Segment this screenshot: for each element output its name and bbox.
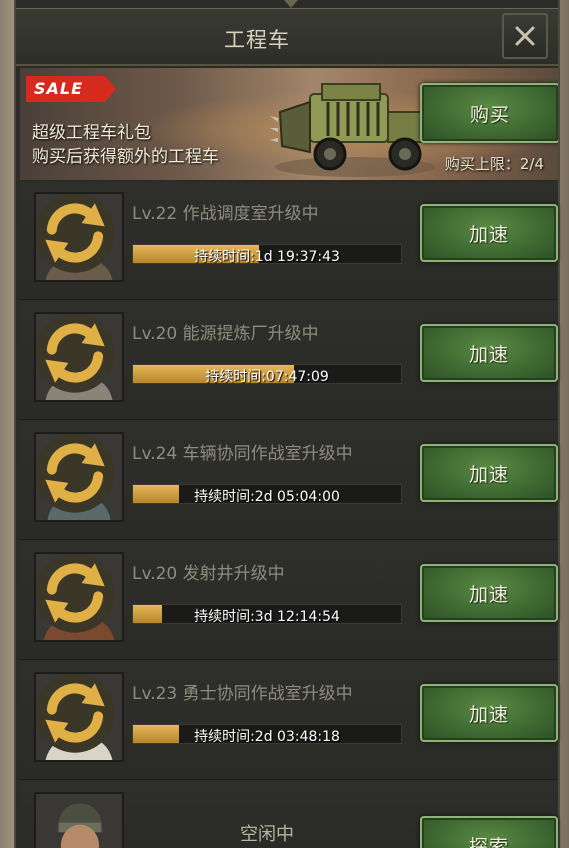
- task-label: Lv.20 能源提炼厂升级中: [132, 324, 319, 344]
- buy-button[interactable]: 购买: [420, 83, 558, 143]
- builder-slot-idle: 空闲中 探索: [20, 782, 558, 848]
- builder-panel: 工程车 SALE 超级工程车礼包 购买后获得额外的工程车 购买 购买上限：2/4…: [14, 0, 560, 848]
- progress-bar: 持续时间:1d 19:37:43: [132, 244, 402, 265]
- task-label: Lv.20 发射井升级中: [132, 564, 285, 584]
- header-notch: [284, 0, 298, 8]
- panel-header: 工程车: [16, 8, 558, 66]
- close-icon: [515, 26, 535, 46]
- builder-avatar: [34, 192, 124, 282]
- task-label: Lv.23 勇士协同作战室升级中: [132, 684, 353, 704]
- speed-up-button[interactable]: 加速: [420, 564, 558, 622]
- refresh-icon: [36, 674, 115, 753]
- timer-text: 持续时间:3d 12:14:54: [194, 609, 340, 625]
- pack-description: 购买后获得额外的工程车: [32, 147, 219, 167]
- builder-avatar: [34, 792, 124, 848]
- speed-up-button[interactable]: 加速: [420, 444, 558, 502]
- gift-pack-banner: SALE 超级工程车礼包 购买后获得额外的工程车 购买 购买上限：2/4: [20, 68, 558, 180]
- timer-text: 持续时间:07:47:09: [205, 369, 329, 385]
- purchase-limit: 购买上限：2/4: [444, 155, 544, 173]
- builder-slot: Lv.23 勇士协同作战室升级中 持续时间:2d 03:48:18 加速: [20, 662, 558, 780]
- builder-avatar: [34, 552, 124, 642]
- idle-status: 空闲中: [240, 824, 294, 845]
- progress-bar: 持续时间:2d 05:04:00: [132, 484, 402, 505]
- progress-bar: 持续时间:07:47:09: [132, 364, 402, 385]
- speed-up-button[interactable]: 加速: [420, 324, 558, 382]
- task-label: Lv.24 车辆协同作战室升级中: [132, 444, 353, 464]
- explore-button[interactable]: 探索: [420, 816, 558, 848]
- progress-bar: 持续时间:3d 12:14:54: [132, 604, 402, 625]
- sale-badge: SALE: [26, 76, 116, 102]
- pack-title: 超级工程车礼包: [32, 123, 151, 143]
- speed-up-button[interactable]: 加速: [420, 204, 558, 262]
- speed-up-button[interactable]: 加速: [420, 684, 558, 742]
- refresh-icon: [36, 194, 115, 273]
- timer-text: 持续时间:2d 03:48:18: [194, 729, 340, 745]
- refresh-icon: [36, 554, 115, 633]
- timer-text: 持续时间:2d 05:04:00: [194, 489, 340, 505]
- builder-avatar: [34, 672, 124, 762]
- progress-bar: 持续时间:2d 03:48:18: [132, 724, 402, 745]
- refresh-icon: [36, 434, 115, 513]
- page-title: 工程车: [224, 28, 290, 52]
- close-button[interactable]: [502, 13, 548, 59]
- refresh-icon: [36, 314, 115, 393]
- task-label: Lv.22 作战调度室升级中: [132, 204, 319, 224]
- builder-avatar: [34, 312, 124, 402]
- timer-text: 持续时间:1d 19:37:43: [194, 249, 340, 265]
- builder-slot: Lv.22 作战调度室升级中 持续时间:1d 19:37:43 加速: [20, 182, 558, 300]
- engineering-truck-image: [270, 83, 435, 177]
- builder-avatar: [34, 432, 124, 522]
- builder-slot: Lv.24 车辆协同作战室升级中 持续时间:2d 05:04:00 加速: [20, 422, 558, 540]
- builder-slot: Lv.20 发射井升级中 持续时间:3d 12:14:54 加速: [20, 542, 558, 660]
- builder-slot: Lv.20 能源提炼厂升级中 持续时间:07:47:09 加速: [20, 302, 558, 420]
